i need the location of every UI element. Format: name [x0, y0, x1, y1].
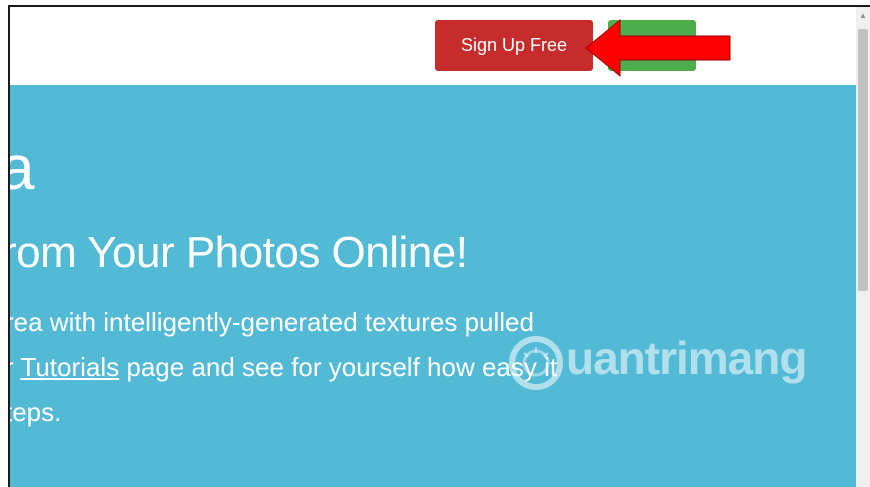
- hero-line-3: teps.: [8, 397, 62, 427]
- browser-viewport: Sign Up Free a rom Your Photos Online! r…: [8, 5, 870, 487]
- tutorials-link[interactable]: Tutorials: [20, 352, 119, 382]
- arrow-left-icon: [585, 18, 731, 78]
- hero-line-2: r Tutorials page and see for yourself ho…: [8, 345, 557, 390]
- hero-title: a: [8, 134, 34, 203]
- window-border-top: [8, 5, 870, 7]
- hero-banner: a rom Your Photos Online! rea with intel…: [8, 85, 856, 487]
- sign-up-free-button[interactable]: Sign Up Free: [435, 20, 593, 71]
- hero-line-2-suffix: page and see for yourself how easy it: [119, 352, 558, 382]
- hero-description: rea with intelligently-generated texture…: [8, 300, 557, 435]
- scrollbar-thumb[interactable]: [858, 29, 868, 291]
- hero-subtitle: rom Your Photos Online!: [8, 228, 468, 277]
- chevron-up-icon[interactable]: ▲: [856, 9, 870, 23]
- vertical-scrollbar[interactable]: ▲: [856, 5, 870, 487]
- hero-line-1: rea with intelligently-generated texture…: [8, 307, 534, 337]
- window-border-left: [8, 5, 10, 487]
